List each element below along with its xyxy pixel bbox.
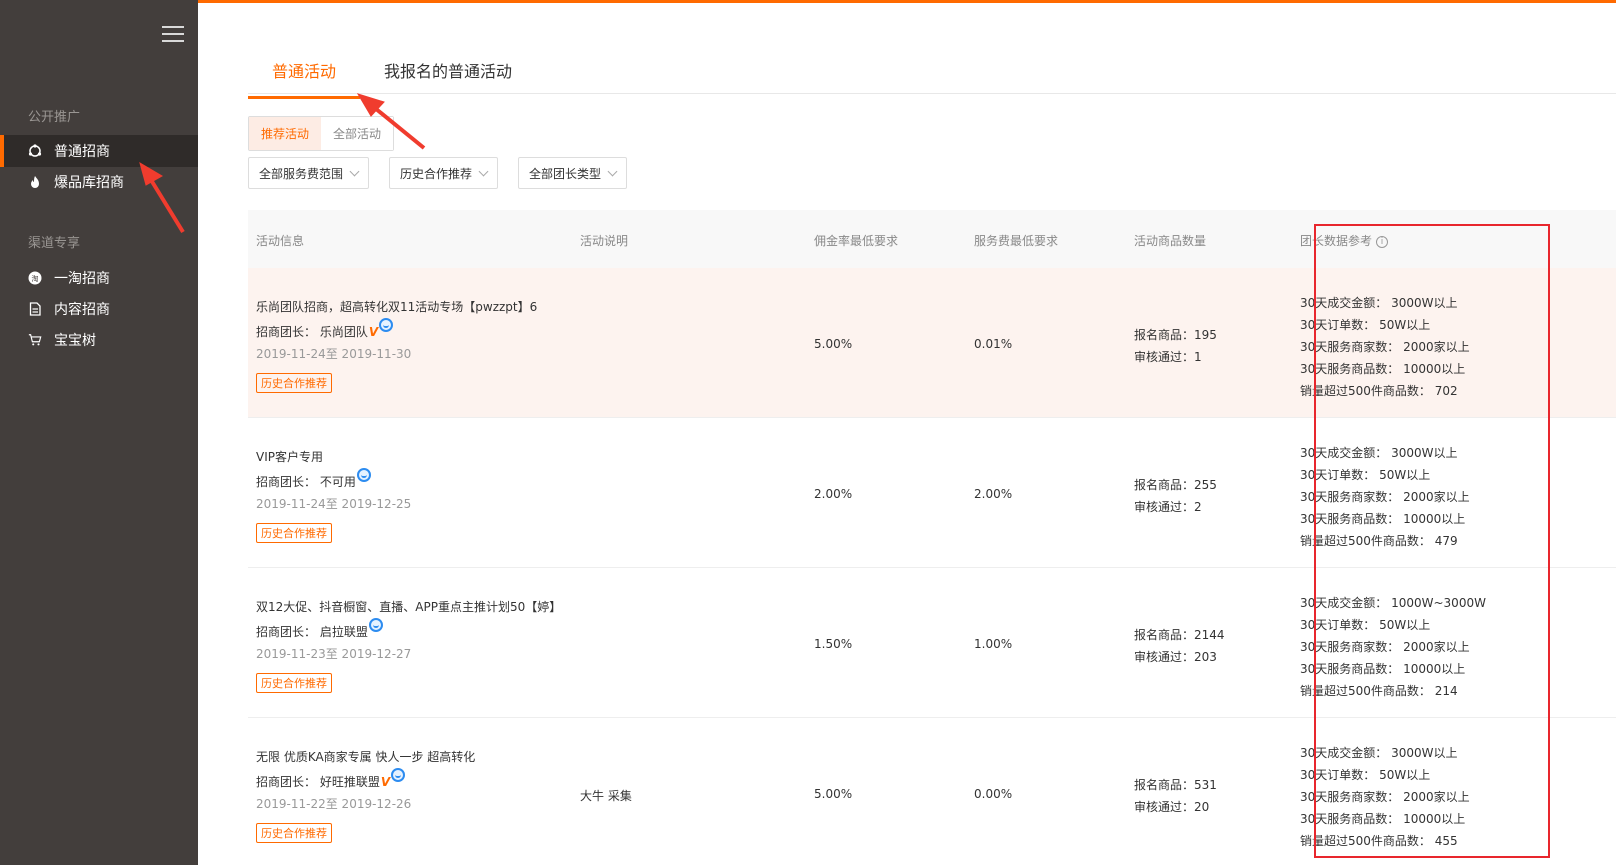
activity-leader: 招商团长： 乐尚团队V (256, 318, 537, 343)
activity-desc: 大牛 采集 (580, 789, 632, 803)
recommended-activities-button[interactable]: 推荐活动 (249, 117, 322, 150)
activity-leader: 招商团长： 好旺推联盟V (256, 768, 475, 793)
commission-value: 1.50% (814, 637, 853, 651)
leader-name: 招商团长： 不可用 (256, 475, 356, 489)
leader-type-select[interactable]: 全部团长类型 (518, 157, 628, 189)
verified-v-icon: V (368, 325, 379, 339)
goods-count: 报名商品：2144 审核通过：203 (1134, 624, 1225, 668)
document-icon (28, 302, 42, 316)
goods-count: 报名商品：255 审核通过：2 (1134, 474, 1217, 518)
sidebar-section-public: 公开推广 (28, 110, 81, 125)
history-recommend-badge: 历史合作推荐 (256, 523, 332, 543)
activity-info: 无限 优质KA商家专属 快人一步 超高转化 招商团长： 好旺推联盟V 2019-… (256, 746, 475, 843)
leader-name: 招商团长： 乐尚团队 (256, 325, 368, 339)
fee-value: 1.00% (974, 637, 1013, 651)
sidebar-section-channel: 渠道专享 (28, 236, 81, 251)
fee-range-select[interactable]: 全部服务费范围 (248, 157, 370, 189)
fire-icon (28, 175, 42, 189)
verified-v-icon: V (380, 775, 391, 789)
sidebar-item-normal-recruit[interactable]: 普通招商 (0, 135, 198, 167)
registered-goods: 报名商品：2144 (1134, 628, 1225, 642)
tab-divider (248, 93, 1616, 94)
fee-value: 0.00% (974, 787, 1013, 801)
registered-goods: 报名商品：255 (1134, 478, 1217, 492)
activity-leader: 招商团长： 不可用 (256, 468, 411, 493)
sidebar-item-baobaoshu[interactable]: 宝宝树 (0, 324, 198, 356)
activity-date: 2019-11-24至 2019-12-25 (256, 497, 412, 511)
activity-leader: 招商团长： 启拉联盟 (256, 618, 561, 643)
menu-toggle-icon[interactable] (162, 26, 184, 42)
leader-type-select-label: 全部团长类型 (529, 166, 602, 181)
goods-count: 报名商品：531 审核通过：20 (1134, 774, 1217, 818)
activity-date: 2019-11-22至 2019-12-26 (256, 797, 412, 811)
sidebar-item-label: 内容招商 (54, 302, 110, 318)
sidebar-item-yitao[interactable]: 淘 一淘招商 (0, 262, 198, 294)
history-recommend-select-label: 历史合作推荐 (400, 166, 473, 181)
activity-date: 2019-11-23至 2019-12-27 (256, 647, 412, 661)
header-desc: 活动说明 (580, 234, 629, 248)
header-fee: 服务费最低要求 (974, 234, 1059, 248)
tab-normal-activities[interactable]: 普通活动 (248, 50, 361, 99)
approved-goods: 审核通过：203 (1134, 650, 1217, 664)
history-recommend-badge: 历史合作推荐 (256, 823, 332, 843)
sidebar-item-label: 一淘招商 (54, 271, 110, 287)
history-recommend-badge: 历史合作推荐 (256, 673, 332, 693)
sidebar-item-content[interactable]: 内容招商 (0, 293, 198, 325)
activity-info: 乐尚团队招商，超高转化双11活动专场【pwzzpt】6 招商团长： 乐尚团队V … (256, 296, 537, 393)
header-goods: 活动商品数量 (1134, 234, 1207, 248)
taobao-icon: 淘 (28, 271, 42, 285)
header-info: 活动信息 (256, 234, 305, 248)
activity-info: VIP客户专用 招商团长： 不可用 2019-11-24至 2019-12-25… (256, 446, 411, 543)
chevron-down-icon (349, 166, 360, 176)
chevron-down-icon (607, 166, 618, 176)
wangwang-chat-icon[interactable] (379, 318, 394, 332)
leader-name: 招商团长： 好旺推联盟 (256, 775, 380, 789)
fee-value: 0.01% (974, 337, 1013, 351)
wangwang-chat-icon[interactable] (356, 468, 371, 482)
activity-title[interactable]: 乐尚团队招商，超高转化双11活动专场【pwzzpt】6 (256, 296, 537, 318)
activity-date: 2019-11-24至 2019-11-30 (256, 347, 412, 361)
approved-goods: 审核通过：2 (1134, 500, 1202, 514)
registered-goods: 报名商品：531 (1134, 778, 1217, 792)
sidebar-item-label: 宝宝树 (54, 333, 96, 349)
sidebar-item-hot-recruit[interactable]: 爆品库招商 (0, 166, 198, 198)
highlight-box-annotation (1314, 224, 1550, 858)
svg-text:淘: 淘 (32, 274, 39, 283)
wangwang-chat-icon[interactable] (391, 768, 406, 782)
history-recommend-select[interactable]: 历史合作推荐 (389, 157, 499, 189)
activity-title[interactable]: 双12大促、抖音橱窗、直播、APP重点主推计划50【婷】 (256, 596, 561, 618)
tab-bar: 普通活动 我报名的普通活动 (248, 50, 536, 99)
sidebar-item-label: 爆品库招商 (54, 175, 124, 191)
sidebar: 公开推广 普通招商 爆品库招商 渠道专享 淘 一淘招商 内容招商 宝宝树 (0, 0, 198, 865)
main-content: 普通活动 我报名的普通活动 推荐活动 全部活动 全部服务费范围 历史合作推荐 全… (198, 0, 1616, 865)
sidebar-item-label: 普通招商 (54, 144, 110, 160)
group-icon (28, 144, 42, 158)
activity-type-toggle: 推荐活动 全部活动 (248, 116, 395, 151)
wangwang-chat-icon[interactable] (368, 618, 383, 632)
cart-icon (28, 333, 42, 347)
filter-bar: 全部服务费范围 历史合作推荐 全部团长类型 (248, 157, 647, 189)
fee-range-select-label: 全部服务费范围 (259, 166, 344, 181)
tab-my-registered-activities[interactable]: 我报名的普通活动 (360, 50, 536, 99)
commission-value: 5.00% (814, 337, 853, 351)
goods-count: 报名商品：195 审核通过：1 (1134, 324, 1217, 368)
fee-value: 2.00% (974, 487, 1013, 501)
activity-title[interactable]: 无限 优质KA商家专属 快人一步 超高转化 (256, 746, 475, 768)
chevron-down-icon (478, 166, 489, 176)
header-commission: 佣金率最低要求 (814, 234, 899, 248)
commission-value: 2.00% (814, 487, 853, 501)
approved-goods: 审核通过：20 (1134, 800, 1210, 814)
activity-info: 双12大促、抖音橱窗、直播、APP重点主推计划50【婷】 招商团长： 启拉联盟 … (256, 596, 561, 693)
all-activities-button[interactable]: 全部活动 (321, 117, 394, 150)
commission-value: 5.00% (814, 787, 853, 801)
history-recommend-badge: 历史合作推荐 (256, 373, 332, 393)
approved-goods: 审核通过：1 (1134, 350, 1202, 364)
leader-name: 招商团长： 启拉联盟 (256, 625, 368, 639)
activity-title[interactable]: VIP客户专用 (256, 446, 411, 468)
registered-goods: 报名商品：195 (1134, 328, 1217, 342)
